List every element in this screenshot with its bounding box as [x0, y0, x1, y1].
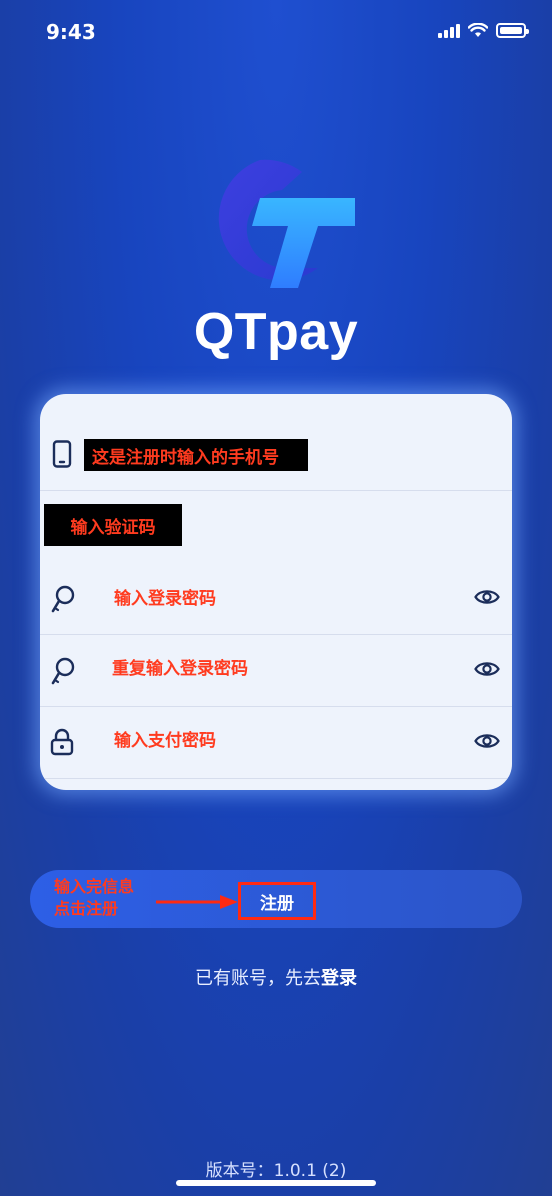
eye-icon[interactable] [474, 660, 500, 678]
phone-icon [52, 440, 72, 468]
home-indicator[interactable] [176, 1180, 376, 1186]
status-time: 9:43 [46, 20, 96, 44]
password-row[interactable]: 输入登录密码 [40, 562, 512, 635]
verification-code-row[interactable]: 输入验证码 [40, 490, 512, 562]
register-hint-line2: 点击注册 [54, 899, 119, 918]
login-prompt: 已有账号，先去登录 [0, 964, 552, 990]
verification-code-label: 输入验证码 [70, 517, 156, 538]
login-link[interactable]: 登录 [321, 968, 357, 989]
eye-icon[interactable] [474, 732, 500, 750]
signal-icon [438, 22, 460, 38]
password-input[interactable]: 输入登录密码 [114, 584, 216, 609]
key-icon [51, 657, 75, 685]
version-label: 版本号：1.0.1 (2) [205, 1161, 347, 1181]
pay-password-row[interactable]: 输入支付密码 [40, 706, 512, 779]
lock-icon [50, 728, 74, 756]
status-bar: 9:43 [0, 0, 552, 64]
login-prompt-text: 已有账号，先去 [195, 968, 321, 989]
status-icons [438, 22, 529, 38]
repeat-password-input[interactable]: 重复输入登录密码 [112, 654, 248, 679]
key-icon [51, 585, 75, 613]
arrow-right-icon [156, 895, 238, 909]
register-hint: 输入完信息 点击注册 [54, 876, 134, 920]
verification-code-input[interactable]: 输入验证码 [44, 504, 182, 546]
repeat-password-row[interactable]: 重复输入登录密码 [40, 634, 512, 707]
phone-input-label: 这是注册时输入的手机号 [92, 447, 279, 468]
register-button-label: 注册 [260, 893, 294, 914]
brand-name: QTpay [193, 303, 359, 361]
phone-row[interactable]: 这是注册时输入的手机号 [40, 394, 512, 491]
wifi-icon [468, 22, 488, 37]
battery-icon [496, 22, 529, 38]
register-form-card: 这是注册时输入的手机号 输入验证码 输入登录密码 重复输入登录密码 输入支付密码 [40, 394, 512, 790]
phone-input[interactable]: 这是注册时输入的手机号 [84, 439, 308, 471]
eye-icon[interactable] [474, 588, 500, 606]
pay-password-input[interactable]: 输入支付密码 [114, 726, 216, 751]
register-hint-line1: 输入完信息 [54, 877, 135, 896]
register-button[interactable]: 注册 [238, 882, 316, 920]
qtpay-logo-icon [218, 159, 355, 288]
